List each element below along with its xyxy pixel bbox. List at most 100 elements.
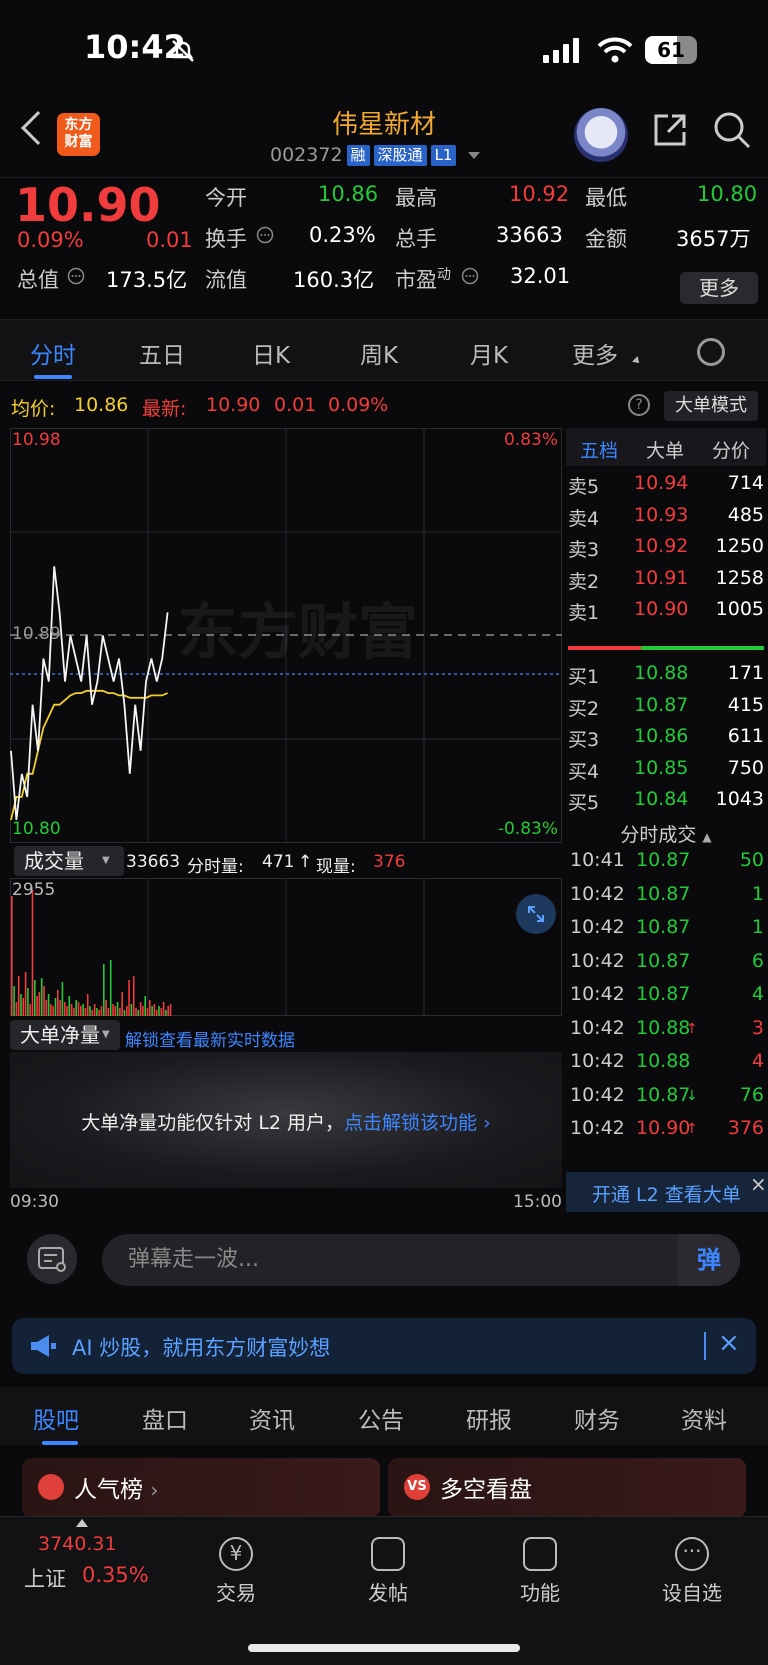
chevron-up-icon xyxy=(76,1519,88,1527)
tick-price: 10.88 xyxy=(636,1016,691,1039)
help-icon[interactable]: ? xyxy=(628,394,650,416)
l2-upgrade-bar[interactable]: 开通 L2 查看大单 × xyxy=(566,1172,768,1212)
ticks-title[interactable]: 分时成交 ▲ xyxy=(566,820,766,847)
search-icon[interactable] xyxy=(712,110,752,150)
chart-bar-icon xyxy=(38,1474,64,1500)
latest-pct: 0.09% xyxy=(328,394,389,416)
info-icon[interactable] xyxy=(256,226,274,244)
arrow-down-icon: ↓ xyxy=(686,1087,698,1104)
tab-daily[interactable]: 日K xyxy=(252,336,290,370)
more-button[interactable]: 更多 xyxy=(680,272,758,304)
tab-market[interactable]: 盘口 xyxy=(142,1401,188,1435)
volume-bar xyxy=(155,1010,158,1016)
notice-text: 大单净量功能仅针对 L2 用户， xyxy=(81,1112,345,1134)
tab-price-dist[interactable]: 分价 xyxy=(712,436,750,463)
info-icon[interactable] xyxy=(461,267,479,285)
ticks-title-text: 分时成交 xyxy=(620,824,697,846)
volume-selector[interactable]: 成交量 ▼ xyxy=(14,846,124,876)
long-short-card[interactable]: VS 多空看盘 xyxy=(388,1458,746,1518)
danmu-input[interactable]: 弹幕走一波... xyxy=(102,1234,740,1286)
volume-grid xyxy=(10,878,562,1016)
tab-research[interactable]: 研报 xyxy=(466,1401,512,1435)
tab-monthly[interactable]: 月K xyxy=(470,336,508,370)
intraday-chart[interactable]: 东方财富 10.98 0.83% 10.89 10.80 -0.83% xyxy=(10,428,562,843)
tab-functions[interactable]: 功能 xyxy=(490,1531,590,1606)
tab-finance[interactable]: 财务 xyxy=(574,1401,620,1435)
quote-panel: 10.90 0.09% 0.01 今开 10.86 最高 10.92 最低 10… xyxy=(0,177,768,319)
mktcap-value: 173.5亿 xyxy=(106,268,188,292)
ask-row: 卖2 10.91 1258 xyxy=(566,567,768,600)
volume-bar xyxy=(105,1000,107,1016)
volume-bar xyxy=(31,890,34,1016)
tick-row: 10:42 10.87 1 xyxy=(566,916,768,951)
tab-intraday[interactable]: 分时 xyxy=(30,336,76,370)
tab-add-watchlist[interactable]: ··· 设自选 xyxy=(642,1531,742,1606)
arrow-up-icon: ↑ xyxy=(686,1020,698,1037)
price-line xyxy=(10,566,169,821)
volume-bar xyxy=(167,1006,169,1016)
close-icon[interactable]: × xyxy=(750,1172,767,1196)
tab-big-orders[interactable]: 大单 xyxy=(646,436,684,463)
tab-5day[interactable]: 五日 xyxy=(139,336,185,370)
chevron-down-icon: ▼ xyxy=(102,1029,110,1040)
popularity-card[interactable]: 人气榜 › xyxy=(22,1458,380,1518)
tab-weekly[interactable]: 周K xyxy=(360,336,398,370)
tag-margin: 融 xyxy=(346,144,370,166)
caret-icon xyxy=(632,356,642,366)
tick-time: 10:42 xyxy=(570,1083,625,1106)
bid-level-label: 买5 xyxy=(568,792,600,814)
turnover-label: 换手 xyxy=(205,227,247,251)
bell-muted-icon xyxy=(172,40,194,62)
home-indicator xyxy=(248,1644,520,1652)
volume-bar xyxy=(146,1008,149,1016)
tab-post[interactable]: 发帖 xyxy=(338,1531,438,1606)
tab-five-levels[interactable]: 五档 xyxy=(580,436,618,463)
volume-bar xyxy=(77,1002,80,1016)
tab-more[interactable]: 更多 xyxy=(572,336,618,370)
danmu-settings-icon[interactable] xyxy=(27,1234,77,1284)
orderbook-tabs: 五档 大单 分价 xyxy=(566,428,766,466)
tab-profile[interactable]: 资料 xyxy=(681,1401,727,1435)
tick-price: 10.88 xyxy=(636,1050,691,1072)
ask-level-label: 卖2 xyxy=(568,570,600,593)
tick-row: 10:42 10.87 6 xyxy=(566,950,768,985)
bid-price: 10.88 xyxy=(634,662,689,684)
tab-news[interactable]: 资讯 xyxy=(249,1401,295,1435)
tab-forum[interactable]: 股吧 xyxy=(33,1401,79,1435)
big-order-mode-button[interactable]: 大单模式 xyxy=(664,391,758,421)
unlock-link[interactable]: 解锁查看最新实时数据 xyxy=(125,1026,295,1051)
popularity-title-text: 人气榜 xyxy=(74,1477,143,1503)
amount-value: 3657万 xyxy=(676,227,751,251)
robot-avatar[interactable] xyxy=(574,108,628,162)
expand-icon[interactable] xyxy=(516,894,556,934)
share-icon[interactable] xyxy=(652,112,688,148)
volume-bar xyxy=(27,988,29,1016)
info-icon[interactable] xyxy=(67,267,85,285)
gear-icon[interactable] xyxy=(697,338,725,366)
volume-bar xyxy=(128,980,130,1016)
volume-bar xyxy=(126,1006,128,1016)
now-vol-label: 现量: xyxy=(316,857,356,877)
bid-price: 10.84 xyxy=(634,788,689,810)
volume-bar xyxy=(57,990,59,1016)
tick-row: 10:42 10.88 ↑ 3 xyxy=(566,1017,768,1052)
bid-price: 10.86 xyxy=(634,725,689,747)
volume-max-label: 2955 xyxy=(12,880,56,900)
volume-bar xyxy=(61,982,64,1016)
tick-price: 10.87 xyxy=(636,916,691,938)
tab-announce[interactable]: 公告 xyxy=(358,1401,404,1435)
index-ticker[interactable]: 3740.31 上证 0.35% xyxy=(20,1517,160,1617)
big-order-selector[interactable]: 大单净量 ▼ xyxy=(10,1020,120,1050)
unlock-feature-link[interactable]: 点击解锁该功能 xyxy=(344,1112,477,1134)
tab-trade[interactable]: ¥ 交易 xyxy=(186,1531,286,1606)
volume-chart[interactable]: 2955 xyxy=(10,878,562,1016)
stock-code-line[interactable]: 002372 融 深股通 L1 xyxy=(270,144,481,166)
chevron-up-icon: ▲ xyxy=(702,830,712,844)
close-icon[interactable]: × xyxy=(718,1328,740,1358)
bid-volume: 415 xyxy=(727,693,764,716)
change-value: 0.01 xyxy=(146,228,193,252)
danmu-send-button[interactable]: 弹 xyxy=(678,1234,740,1286)
stock-code: 002372 xyxy=(270,144,343,166)
bid-volume: 1043 xyxy=(715,788,764,810)
ai-banner[interactable]: AI 炒股，就用东方财富妙想 × xyxy=(12,1318,756,1374)
